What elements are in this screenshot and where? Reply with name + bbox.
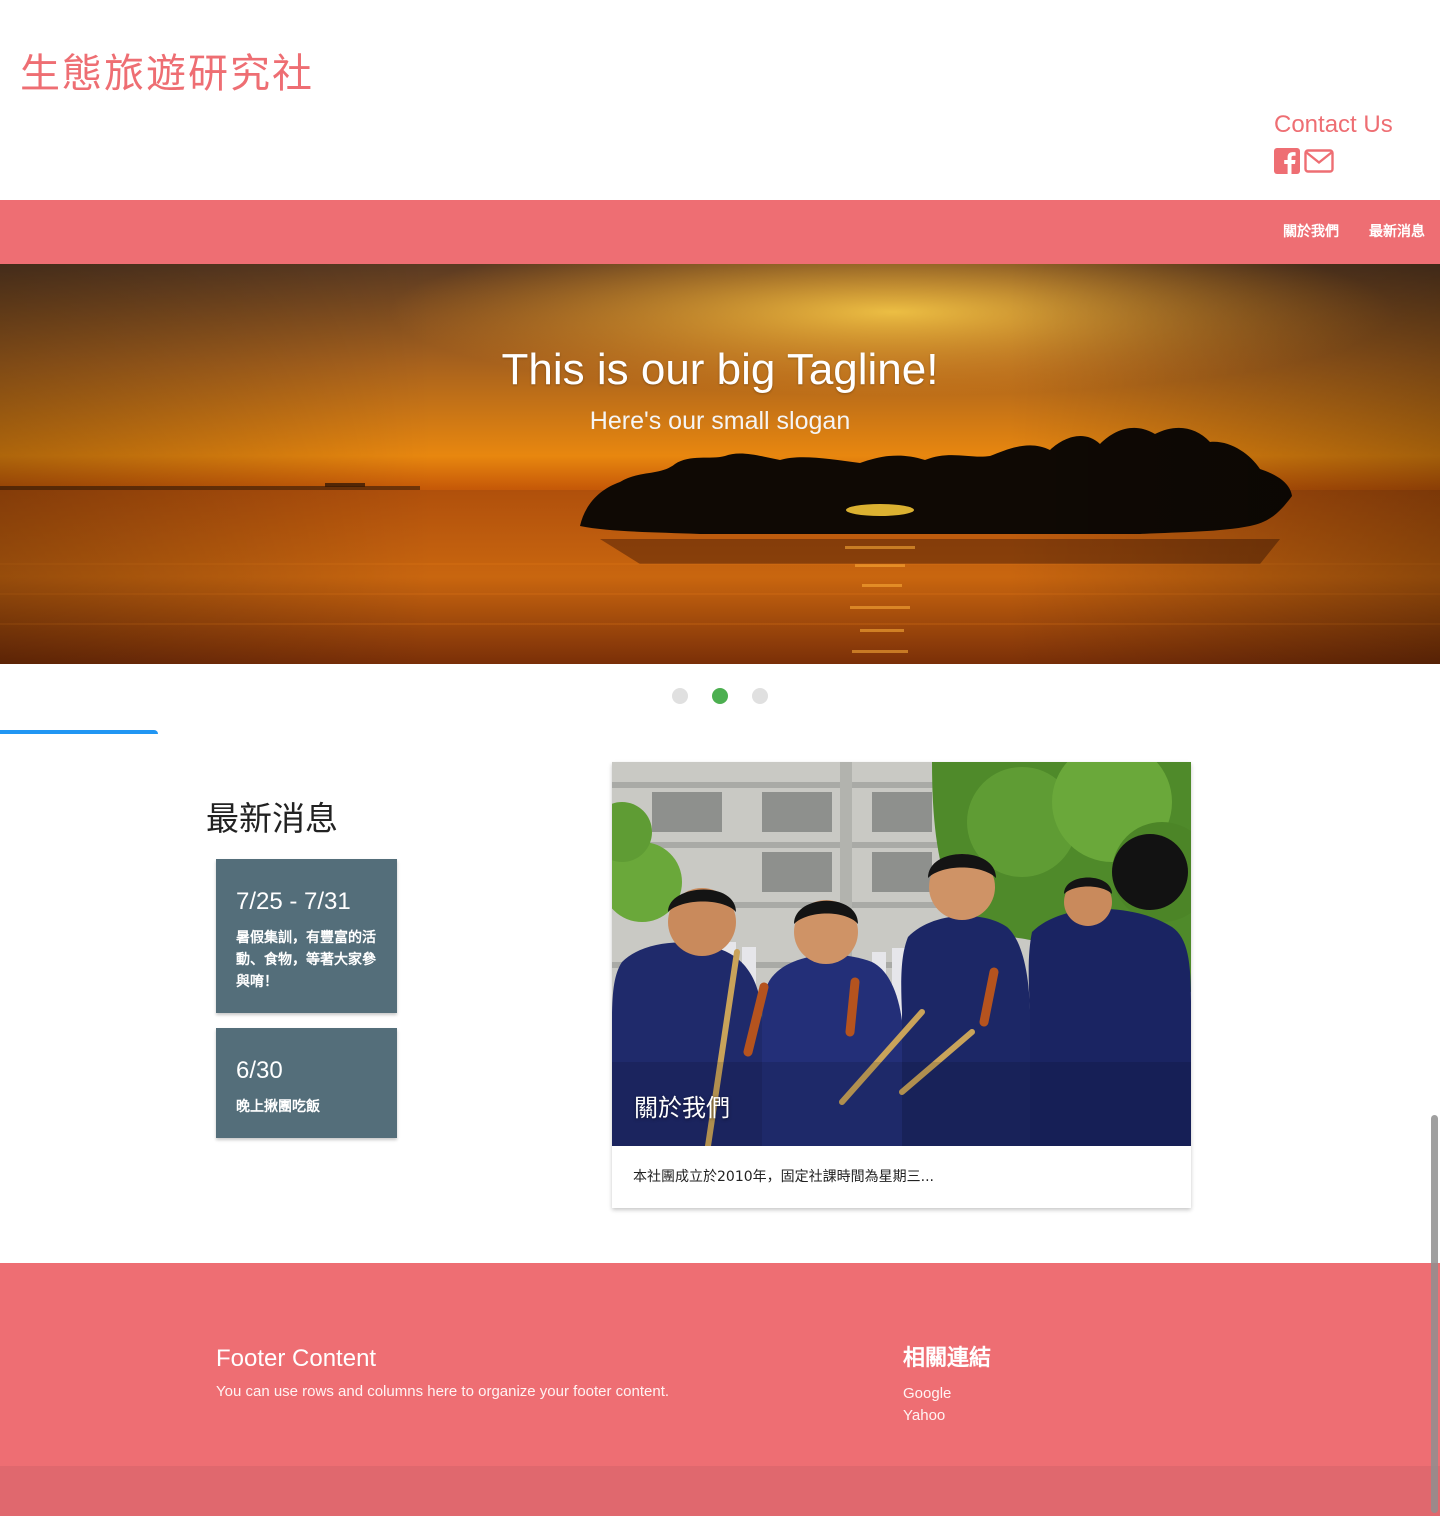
- page: 生態旅遊研究社 Contact Us 關於我們 最新消息 This is our…: [0, 0, 1440, 1516]
- footer-links-title: 相關連結: [903, 1346, 992, 1371]
- footer-links: 相關連結 Google Yahoo: [903, 1343, 991, 1427]
- site-title[interactable]: 生態旅遊研究社: [20, 46, 314, 102]
- news-heading: 最新消息: [206, 799, 338, 838]
- footer-link-google[interactable]: Google: [903, 1385, 951, 1402]
- footer-text: You can use rows and columns here to org…: [216, 1383, 670, 1400]
- hero-slogan: Here's our small slogan: [589, 407, 851, 435]
- facebook-icon[interactable]: [1274, 148, 1300, 174]
- slider-indicator-3[interactable]: [752, 688, 768, 704]
- list-item: Google: [903, 1383, 991, 1405]
- nav-item-about[interactable]: 關於我們: [1268, 200, 1354, 264]
- footer: Footer Content You can use rows and colu…: [0, 1263, 1440, 1466]
- news-date: 6/30: [236, 1057, 283, 1084]
- footer-link-yahoo[interactable]: Yahoo: [903, 1407, 945, 1424]
- slider-indicator-1[interactable]: [672, 688, 688, 704]
- news-date: 7/25 - 7/31: [236, 888, 351, 915]
- slider-indicators: [672, 688, 768, 704]
- footer-title: Footer Content: [216, 1345, 377, 1372]
- footer-copyright-bar: [0, 1466, 1440, 1516]
- hero-tagline: This is our big Tagline!: [501, 345, 939, 394]
- contact-block: Contact Us: [1274, 108, 1393, 174]
- footer-links-list: Google Yahoo: [903, 1383, 991, 1427]
- scrollbar[interactable]: [1431, 1115, 1438, 1513]
- social-icons: [1274, 148, 1393, 174]
- hero-sunset-image: [0, 264, 1440, 664]
- tab-indicator-bar: [0, 730, 158, 734]
- news-description: 暑假集訓，有豐富的活動、食物，等著大家參與唷！: [236, 930, 376, 990]
- news-card[interactable]: 6/30 晚上揪團吃飯: [216, 1028, 397, 1138]
- about-card-text: 本社團成立於2010年，固定社課時間為星期三...: [633, 1169, 934, 1185]
- about-card[interactable]: 關於我們 本社團成立於2010年，固定社課時間為星期三...: [612, 762, 1191, 1208]
- about-card-title: 關於我們: [634, 1094, 730, 1122]
- contact-us-link[interactable]: Contact Us: [1274, 108, 1393, 142]
- slider-indicator-2[interactable]: [712, 688, 728, 704]
- footer-content: Footer Content You can use rows and colu…: [216, 1343, 669, 1400]
- hero-slider[interactable]: This is our big Tagline! Here's our smal…: [0, 264, 1440, 664]
- mail-icon[interactable]: [1304, 148, 1334, 174]
- hero-caption: This is our big Tagline! Here's our smal…: [0, 344, 1440, 438]
- navbar: 關於我們 最新消息: [0, 200, 1440, 264]
- news-description: 晚上揪團吃飯: [236, 1099, 320, 1115]
- nav-links: 關於我們 最新消息: [1268, 200, 1440, 264]
- nav-item-news[interactable]: 最新消息: [1354, 200, 1440, 264]
- site-header: 生態旅遊研究社 Contact Us: [0, 0, 1440, 200]
- news-card[interactable]: 7/25 - 7/31 暑假集訓，有豐富的活動、食物，等著大家參與唷！: [216, 859, 397, 1013]
- list-item: Yahoo: [903, 1405, 991, 1427]
